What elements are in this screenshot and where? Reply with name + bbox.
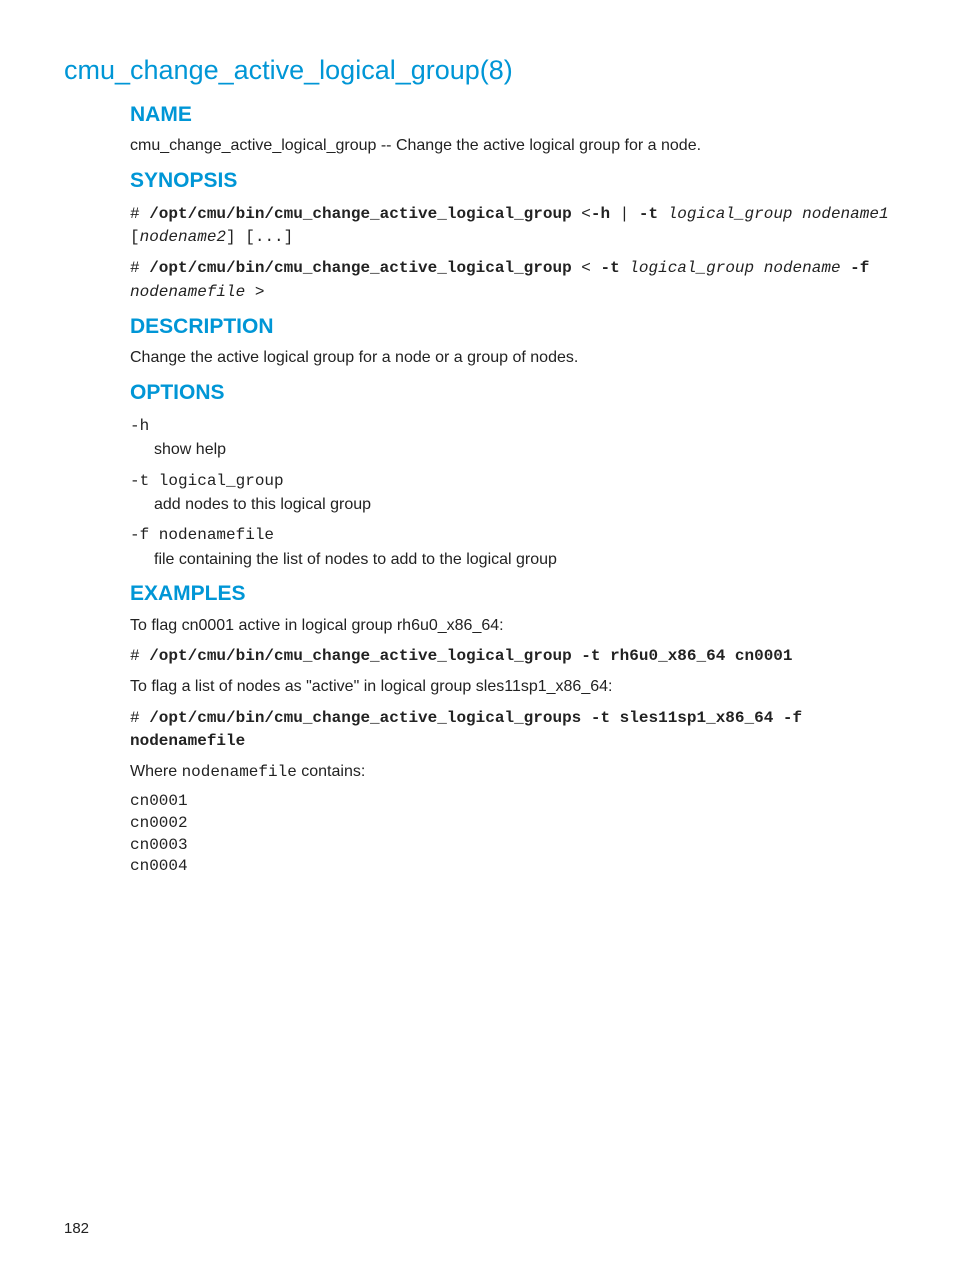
description-text: Change the active logical group for a no… xyxy=(130,347,898,369)
example-intro: To flag cn0001 active in logical group r… xyxy=(130,615,898,637)
pipe: | xyxy=(610,205,639,223)
option-term: -h xyxy=(130,415,898,437)
prompt: # xyxy=(130,259,149,277)
option-h: -h xyxy=(591,205,610,223)
command-path: /opt/cmu/bin/cmu_change_active_logical_g… xyxy=(149,205,571,223)
arg-logical-group: logical_group xyxy=(668,205,793,223)
name-text: cmu_change_active_logical_group -- Chang… xyxy=(130,135,898,157)
arg-nodename2: nodename2 xyxy=(140,228,226,246)
ellipsis: [...] xyxy=(245,228,293,246)
space xyxy=(754,259,764,277)
prompt: # xyxy=(130,709,149,727)
option-f: -f xyxy=(850,259,869,277)
option-t: -t xyxy=(600,259,619,277)
option-definition: show help xyxy=(154,439,898,461)
where-post: contains: xyxy=(297,763,365,780)
synopsis-line-1: # /opt/cmu/bin/cmu_change_active_logical… xyxy=(130,203,898,249)
option-definition: add nodes to this logical group xyxy=(154,494,898,516)
arg-nodename1: nodename1 xyxy=(802,205,888,223)
bracket: ] xyxy=(226,228,236,246)
command: /opt/cmu/bin/cmu_change_active_logical_g… xyxy=(130,709,802,750)
example-command-1: # /opt/cmu/bin/cmu_change_active_logical… xyxy=(130,645,898,668)
option-term: -f nodenamefile xyxy=(130,524,898,546)
arg-nodenamefile: nodenamefile xyxy=(130,283,245,301)
section-heading-synopsis: SYNOPSIS xyxy=(130,166,898,195)
example-command-2: # /opt/cmu/bin/cmu_change_active_logical… xyxy=(130,707,898,753)
page-title: cmu_change_active_logical_group(8) xyxy=(64,52,898,90)
bracket: [ xyxy=(130,228,140,246)
prompt: # xyxy=(130,647,149,665)
section-heading-name: NAME xyxy=(130,100,898,129)
where-pre: Where xyxy=(130,763,182,780)
where-text: Where nodenamefile contains: xyxy=(130,761,898,783)
page-number: 182 xyxy=(64,1218,89,1239)
command-path: /opt/cmu/bin/cmu_change_active_logical_g… xyxy=(149,259,571,277)
option-t: -t xyxy=(639,205,658,223)
synopsis-line-2: # /opt/cmu/bin/cmu_change_active_logical… xyxy=(130,257,898,303)
where-code: nodenamefile xyxy=(182,763,297,781)
section-heading-options: OPTIONS xyxy=(130,378,898,407)
bracket-close: > xyxy=(245,283,264,301)
space xyxy=(658,205,668,223)
arg-logical-group: logical_group xyxy=(629,259,754,277)
prompt: # xyxy=(130,205,149,223)
space xyxy=(620,259,630,277)
file-contents: cn0001 cn0002 cn0003 cn0004 xyxy=(130,791,898,877)
space xyxy=(236,228,246,246)
section-heading-examples: EXAMPLES xyxy=(130,579,898,608)
bracket-open: < xyxy=(572,205,591,223)
arg-nodename: nodename xyxy=(764,259,841,277)
content: NAME cmu_change_active_logical_group -- … xyxy=(130,100,898,878)
bracket-open: < xyxy=(572,259,601,277)
option-definition: file containing the list of nodes to add… xyxy=(154,549,898,571)
option-term: -t logical_group xyxy=(130,470,898,492)
command: /opt/cmu/bin/cmu_change_active_logical_g… xyxy=(149,647,792,665)
example-intro: To flag a list of nodes as "active" in l… xyxy=(130,676,898,698)
section-heading-description: DESCRIPTION xyxy=(130,312,898,341)
